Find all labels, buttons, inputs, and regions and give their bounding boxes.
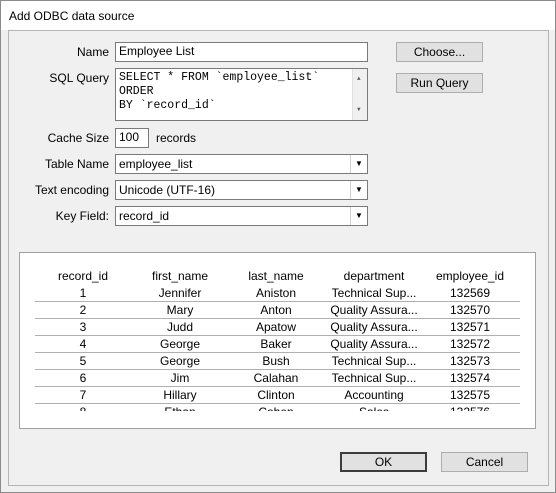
cache-size-unit: records (156, 131, 197, 145)
text-encoding-label: Text encoding (34, 183, 109, 197)
table-cell: Technical Sup... (331, 371, 417, 385)
table-cell: 132573 (449, 354, 491, 368)
column-header[interactable]: department (324, 269, 424, 283)
cache-size-label: Cache Size (47, 131, 109, 145)
scroll-up-icon[interactable]: ▲ (357, 72, 361, 86)
chevron-down-icon[interactable]: ▼ (350, 155, 367, 173)
sql-query-line-1: SELECT * FROM `employee_list` ORDER (119, 71, 320, 98)
row-divider (35, 369, 520, 370)
row-divider (35, 352, 520, 353)
table-cell: 132574 (449, 371, 491, 385)
sql-scrollbar[interactable]: ▲ ▼ (352, 69, 367, 120)
table-cell: Technical Sup... (331, 286, 417, 300)
ok-button[interactable]: OK (340, 452, 427, 472)
table-cell: Quality Assura... (330, 337, 418, 351)
row-divider (35, 403, 520, 404)
table-cell: Quality Assura... (330, 303, 418, 317)
table-cell: 132572 (449, 337, 491, 351)
table-cell: 132569 (449, 286, 491, 300)
table-cell: 132570 (449, 303, 491, 317)
scroll-down-icon[interactable]: ▼ (357, 103, 361, 117)
table-cell: George (159, 337, 201, 351)
name-field[interactable]: Employee List (115, 42, 368, 62)
chevron-down-icon[interactable]: ▼ (350, 207, 367, 225)
key-field-value: record_id (119, 209, 170, 223)
table-cell: 7 (79, 388, 87, 402)
table-cell: 1 (79, 286, 87, 300)
table-cell: Jim (170, 371, 190, 385)
table-cell: Quality Assura... (330, 320, 418, 334)
cancel-button[interactable]: Cancel (441, 452, 528, 472)
table-cell: Aniston (255, 286, 297, 300)
sql-query-line-2: BY `record_id` (119, 99, 216, 112)
dialog-title: Add ODBC data source (9, 9, 135, 23)
row-divider (35, 318, 520, 319)
table-name-dropdown[interactable]: employee_list ▼ (115, 154, 368, 174)
table-cell: Mary (166, 303, 194, 317)
table-cell: 5 (79, 354, 87, 368)
table-cell: Calahan (253, 371, 299, 385)
table-cell: George (159, 354, 201, 368)
title-bar[interactable]: Add ODBC data source (1, 1, 555, 30)
key-field-label: Key Field: (55, 209, 109, 223)
sql-query-field[interactable]: SELECT * FROM `employee_list` ORDER BY `… (115, 68, 368, 121)
table-cell: Hillary (163, 388, 197, 402)
table-cell: 6 (79, 371, 87, 385)
row-divider (35, 301, 520, 302)
run-query-button[interactable]: Run Query (396, 73, 483, 93)
table-clip-mask (20, 411, 535, 428)
table-name-label: Table Name (44, 157, 109, 171)
table-cell: Technical Sup... (331, 354, 417, 368)
table-cell: Clinton (257, 388, 295, 402)
choose-button[interactable]: Choose... (396, 42, 483, 62)
table-cell: 132571 (449, 320, 491, 334)
sql-query-label: SQL Query (49, 71, 109, 85)
row-divider (35, 386, 520, 387)
table-cell: Baker (260, 337, 292, 351)
preview-table[interactable]: record_id first_name last_name departmen… (19, 252, 536, 429)
column-header[interactable]: first_name (132, 269, 228, 283)
cache-size-field[interactable]: 100 (115, 128, 149, 148)
column-header[interactable]: employee_id (424, 269, 516, 283)
table-cell: Judd (166, 320, 194, 334)
table-cell: Bush (262, 354, 290, 368)
table-name-value: employee_list (119, 157, 193, 171)
dialog-content: Name Employee List Choose... SQL Query S… (8, 30, 549, 486)
table-cell: Apatow (255, 320, 297, 334)
table-cell: 132575 (449, 388, 491, 402)
text-encoding-value: Unicode (UTF-16) (119, 183, 216, 197)
name-label: Name (76, 45, 109, 59)
table-cell: 3 (79, 320, 87, 334)
table-cell: Jennifer (158, 286, 202, 300)
chevron-down-icon[interactable]: ▼ (350, 181, 367, 199)
table-cell: 2 (79, 303, 87, 317)
column-header[interactable]: last_name (228, 269, 324, 283)
table-cell: Anton (260, 303, 292, 317)
text-encoding-dropdown[interactable]: Unicode (UTF-16) ▼ (115, 180, 368, 200)
column-header[interactable]: record_id (34, 269, 132, 283)
row-divider (35, 335, 520, 336)
table-cell: Accounting (344, 388, 404, 402)
table-cell: 4 (79, 337, 87, 351)
add-odbc-dialog: Add ODBC data source Name Employee List … (0, 0, 556, 493)
key-field-dropdown[interactable]: record_id ▼ (115, 206, 368, 226)
